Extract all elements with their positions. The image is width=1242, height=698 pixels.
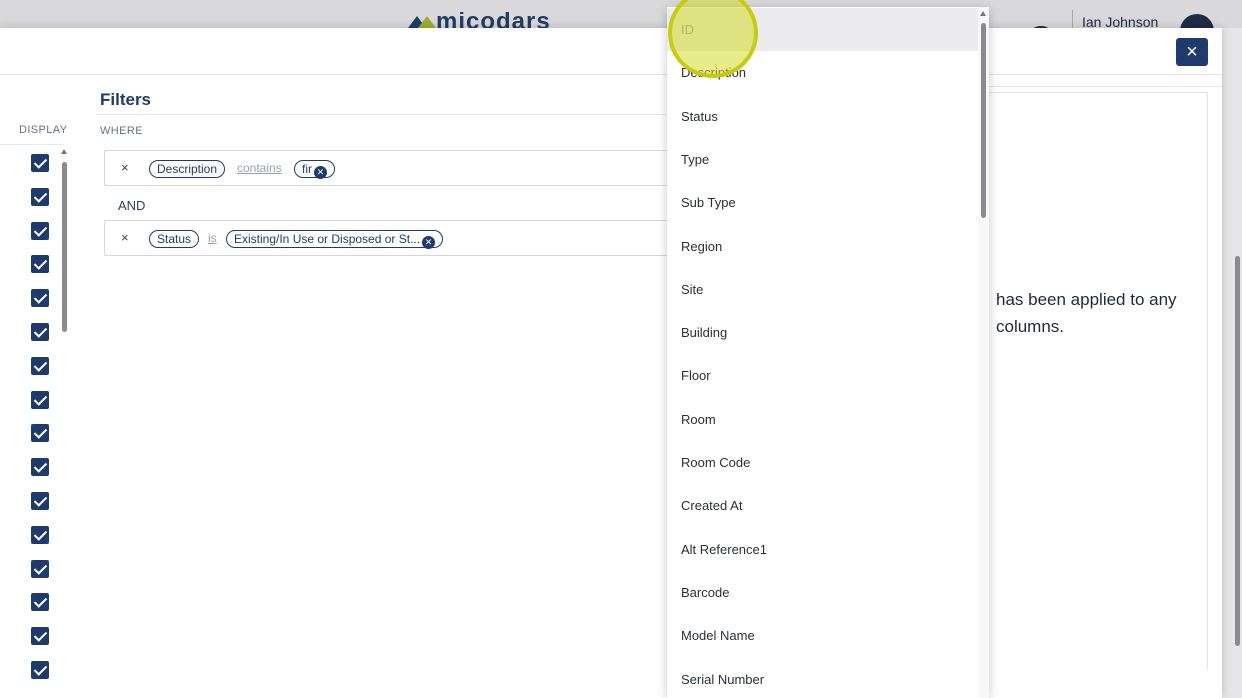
- empty-message-line2: columns.: [996, 317, 1065, 336]
- empty-message-line1: has been applied to any: [996, 290, 1177, 309]
- background-table-scrollbar[interactable]: [1235, 256, 1240, 646]
- empty-sort-message: has been applied to any columns.: [996, 286, 1216, 340]
- dropdown-option[interactable]: Barcode: [667, 571, 978, 614]
- filter-value-pill[interactable]: Existing/In Use or Disposed or St... ✕: [226, 230, 444, 249]
- dropdown-option[interactable]: Floor: [667, 354, 978, 397]
- logo-mark-accent-icon: [418, 16, 436, 28]
- dropdown-option[interactable]: Room: [667, 398, 978, 441]
- dropdown-option[interactable]: Created At: [667, 484, 978, 527]
- display-checkbox[interactable]: [31, 593, 49, 612]
- right-panel-divider: [988, 86, 1222, 87]
- dropdown-option[interactable]: Alt Reference1: [667, 528, 978, 571]
- filter-field-label: Status: [157, 232, 192, 246]
- display-checkbox[interactable]: [31, 255, 49, 274]
- display-checkbox[interactable]: [31, 492, 49, 510]
- field-dropdown: ID Description Status Type Sub Type Region Sit…: [667, 7, 989, 698]
- filter-field-label: Description: [157, 162, 218, 176]
- display-checkbox[interactable]: [31, 525, 49, 544]
- app-header: [0, 0, 1242, 28]
- where-label: WHERE: [100, 125, 143, 137]
- filter-row-status: × Status is Existing/In Use or Disposed …: [104, 220, 674, 256]
- display-checkbox[interactable]: [31, 424, 49, 443]
- dropdown-scroll-up-icon[interactable]: [980, 11, 986, 16]
- display-scroll-up-icon[interactable]: [61, 149, 67, 154]
- app-logo: micodars: [408, 10, 568, 30]
- remove-value-icon[interactable]: ✕: [314, 166, 327, 179]
- display-checkbox[interactable]: [31, 221, 49, 240]
- dropdown-option[interactable]: Status: [667, 95, 978, 138]
- display-checkbox[interactable]: [31, 323, 49, 341]
- display-checkbox[interactable]: [31, 356, 49, 375]
- filter-value-label: Existing/In Use or Disposed or St...: [234, 232, 421, 246]
- display-scrollbar[interactable]: [62, 162, 67, 332]
- filter-operator[interactable]: is: [208, 231, 217, 245]
- dropdown-option[interactable]: Building: [667, 311, 978, 354]
- filter-value-pill[interactable]: fir ✕: [294, 160, 335, 179]
- filter-conjunction: AND: [118, 198, 146, 213]
- display-checkbox[interactable]: [31, 559, 49, 578]
- dropdown-option[interactable]: Sub Type: [667, 181, 978, 224]
- display-checkbox[interactable]: [31, 187, 49, 206]
- dropdown-option[interactable]: Model Name: [667, 614, 978, 657]
- dropdown-option[interactable]: Serial Number: [667, 658, 978, 698]
- display-divider: [0, 144, 64, 145]
- dropdown-option[interactable]: ID: [667, 8, 978, 51]
- dropdown-option[interactable]: Description: [667, 51, 978, 94]
- remove-filter-button[interactable]: ×: [121, 230, 129, 245]
- dropdown-option[interactable]: Region: [667, 225, 978, 268]
- where-divider: [96, 114, 676, 115]
- remove-filter-button[interactable]: ×: [121, 160, 129, 175]
- filter-operator[interactable]: contains: [237, 161, 282, 175]
- display-checkbox[interactable]: [31, 154, 49, 172]
- dropdown-option[interactable]: Site: [667, 268, 978, 311]
- sort-panel: [988, 92, 1208, 670]
- dropdown-option[interactable]: Room Code: [667, 441, 978, 484]
- filter-value-label: fir: [302, 162, 312, 176]
- modal-header: ×: [0, 28, 1222, 75]
- filter-row-description: × Description contains fir ✕: [104, 150, 674, 186]
- display-column: DISPLAY: [0, 74, 76, 698]
- remove-value-icon[interactable]: ✕: [422, 236, 436, 249]
- dropdown-option[interactable]: Type: [667, 138, 978, 181]
- filter-field-pill[interactable]: Description: [149, 160, 226, 178]
- display-checkbox[interactable]: [31, 627, 49, 646]
- filters-title: Filters: [100, 90, 152, 109]
- header-divider: [1072, 10, 1073, 30]
- display-checkbox[interactable]: [31, 661, 49, 679]
- close-modal-button[interactable]: ×: [1176, 38, 1208, 66]
- filter-field-pill[interactable]: Status: [149, 230, 200, 248]
- display-checkbox[interactable]: [31, 458, 49, 477]
- display-checkbox[interactable]: [31, 390, 49, 409]
- display-header: DISPLAY: [19, 124, 68, 136]
- dropdown-scrollbar[interactable]: [981, 23, 986, 218]
- display-checkbox[interactable]: [31, 289, 49, 308]
